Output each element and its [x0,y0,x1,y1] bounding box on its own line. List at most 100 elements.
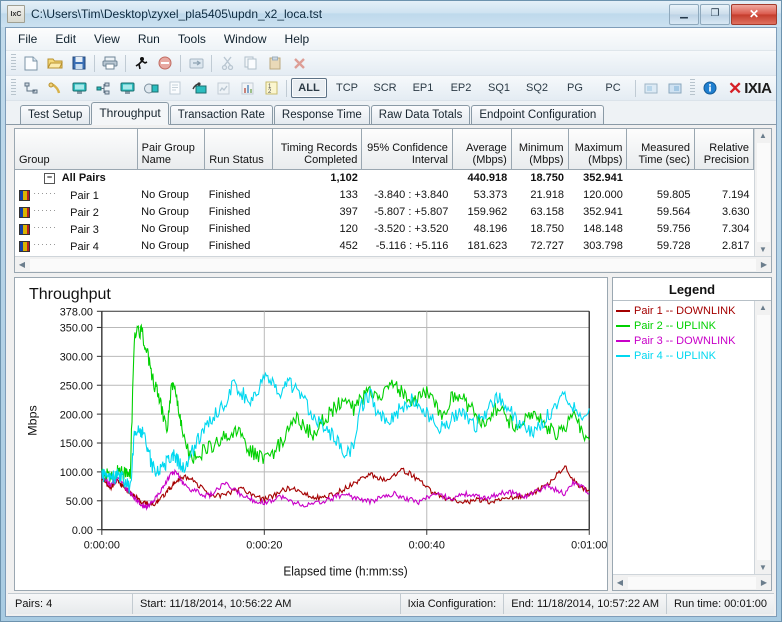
table-row[interactable]: ······ Pair 1 No Group Finished 133 -3.8… [15,187,754,204]
table-horizontal-scrollbar[interactable]: ◀ ▶ [15,256,771,272]
throughput-chart[interactable]: 0.00 50.00 100.00 150.00 200.00 250.00 300.00 3… [15,278,607,590]
cut-icon[interactable] [215,52,239,74]
header-run-status[interactable]: Run Status [204,129,273,170]
tree-connector-icon: ······ [33,205,58,215]
toolbar-grip[interactable] [11,54,16,72]
chart-icon[interactable] [235,77,259,99]
protocol-pg-button[interactable]: PG [557,78,593,98]
edit-script-icon[interactable] [163,77,187,99]
delete-icon[interactable] [287,52,311,74]
close-button[interactable]: ✕ [731,3,777,25]
stop-test-icon[interactable] [153,52,177,74]
refresh-icon[interactable] [184,52,208,74]
paste-icon[interactable] [263,52,287,74]
menu-file[interactable]: File [10,30,45,48]
counters-icon[interactable]: 12 [259,77,283,99]
pair-chart-icon[interactable] [19,241,30,252]
tab-test-setup[interactable]: Test Setup [20,105,91,124]
protocol-all-button[interactable]: ALL [291,78,327,98]
header-pair-group-name[interactable]: Pair Group Name [137,129,206,170]
menu-run[interactable]: Run [130,30,168,48]
toolbar-grip-2[interactable] [11,79,16,97]
legend-vscroll-thumb[interactable] [756,315,770,560]
header-confidence-interval[interactable]: 95% Confidence Interval [361,129,453,170]
menu-window[interactable]: Window [216,30,275,48]
table-row[interactable]: ······ Pair 2 No Group Finished 397 -5.8… [15,204,754,221]
endpoint-phone-icon[interactable] [43,77,67,99]
legend-vertical-scrollbar[interactable]: ▲ ▼ [754,301,771,574]
table-row[interactable]: ······ Pair 3 No Group Finished 120 -3.5… [15,221,754,238]
pair-setup-icon[interactable] [19,77,43,99]
table-vscroll-thumb[interactable] [756,143,770,242]
pair-chart-icon[interactable] [19,190,30,201]
endpoint2-monitor-icon[interactable] [115,77,139,99]
console-icon[interactable] [187,77,211,99]
header-maximum[interactable]: Maximum (Mbps) [568,129,628,170]
protocol-pc-button[interactable]: PC [595,78,631,98]
maximize-button[interactable]: ❐ [700,3,730,25]
scroll-right-icon[interactable]: ▶ [757,258,771,271]
protocol-scr-button[interactable]: SCR [367,78,403,98]
protocol-sq1-button[interactable]: SQ1 [481,78,517,98]
header-average[interactable]: Average (Mbps) [452,129,512,170]
pair-chart-icon[interactable] [19,224,30,235]
tab-raw-data-totals[interactable]: Raw Data Totals [370,105,471,124]
tab-throughput[interactable]: Throughput [91,102,169,125]
table-vertical-scrollbar[interactable]: ▲ ▼ [754,129,771,256]
cell-maximum: 352.941 [583,206,623,218]
menu-help[interactable]: Help [277,30,318,48]
tab-transaction-rate[interactable]: Transaction Rate [169,105,273,124]
legend-item-pair-3[interactable]: Pair 3 -- DOWNLINK [616,333,754,348]
scroll-down-icon[interactable]: ▼ [756,243,770,256]
legend-item-pair-2[interactable]: Pair 2 -- UPLINK [616,318,754,333]
protocol-ep1-button[interactable]: EP1 [405,78,441,98]
scroll-left-icon[interactable]: ◀ [15,258,29,271]
report-icon[interactable] [211,77,235,99]
tab-endpoint-configuration[interactable]: Endpoint Configuration [471,105,605,124]
legend-scroll-right-icon[interactable]: ▶ [757,576,771,589]
protocol-ep2-button[interactable]: EP2 [443,78,479,98]
menu-tools[interactable]: Tools [170,30,214,48]
ixia-x-icon: ✕ [728,78,743,98]
legend-scroll-left-icon[interactable]: ◀ [613,576,627,589]
info-icon[interactable] [698,77,722,99]
open-folder-icon[interactable] [43,52,67,74]
protocol-sq2-button[interactable]: SQ2 [519,78,555,98]
minimize-button[interactable]: ▁ [669,3,699,25]
new-document-icon[interactable] [19,52,43,74]
export-icon[interactable] [639,77,663,99]
copy-icon[interactable] [239,52,263,74]
legend-swatch-pair-2-icon [616,324,630,327]
toolbar-grip-3[interactable] [690,79,695,97]
header-group[interactable]: Group [15,129,138,170]
menu-edit[interactable]: Edit [47,30,84,48]
table-hscroll-thumb[interactable] [30,258,756,271]
scripts-icon[interactable] [139,77,163,99]
legend-item-pair-4[interactable]: Pair 4 -- UPLINK [616,348,754,363]
title-bar: IxC C:\Users\Tim\Desktop\zyxel_pla5405\u… [1,1,781,27]
scroll-up-icon[interactable]: ▲ [756,129,770,142]
minimize-icon: ▁ [680,8,688,19]
legend-scroll-up-icon[interactable]: ▲ [756,301,770,314]
legend-scroll-down-icon[interactable]: ▼ [756,561,770,574]
network-icon[interactable] [91,77,115,99]
table-row[interactable]: ······ Pair 4 No Group Finished 452 -5.1… [15,238,754,255]
legend-hscroll-thumb[interactable] [628,576,756,589]
legend-item-pair-1[interactable]: Pair 1 -- DOWNLINK [616,303,754,318]
collapse-icon[interactable]: − [44,173,56,184]
menu-view[interactable]: View [86,30,128,48]
import-icon[interactable] [663,77,687,99]
save-icon[interactable] [67,52,91,74]
header-measured-time[interactable]: Measured Time (sec) [626,129,696,170]
pair-chart-icon[interactable] [19,207,30,218]
header-minimum[interactable]: Minimum (Mbps) [511,129,569,170]
protocol-tcp-button[interactable]: TCP [329,78,365,98]
tab-response-time[interactable]: Response Time [273,105,370,124]
header-relative-precision[interactable]: Relative Precision [694,129,754,170]
header-timing-records[interactable]: Timing Records Completed [272,129,363,170]
endpoint1-monitor-icon[interactable] [67,77,91,99]
print-icon[interactable] [98,52,122,74]
table-row-all-pairs[interactable]: − All Pairs 1,102 440.918 18.750 352.941 [15,169,754,187]
legend-horizontal-scrollbar[interactable]: ◀ ▶ [613,574,771,590]
run-test-icon[interactable] [129,52,153,74]
